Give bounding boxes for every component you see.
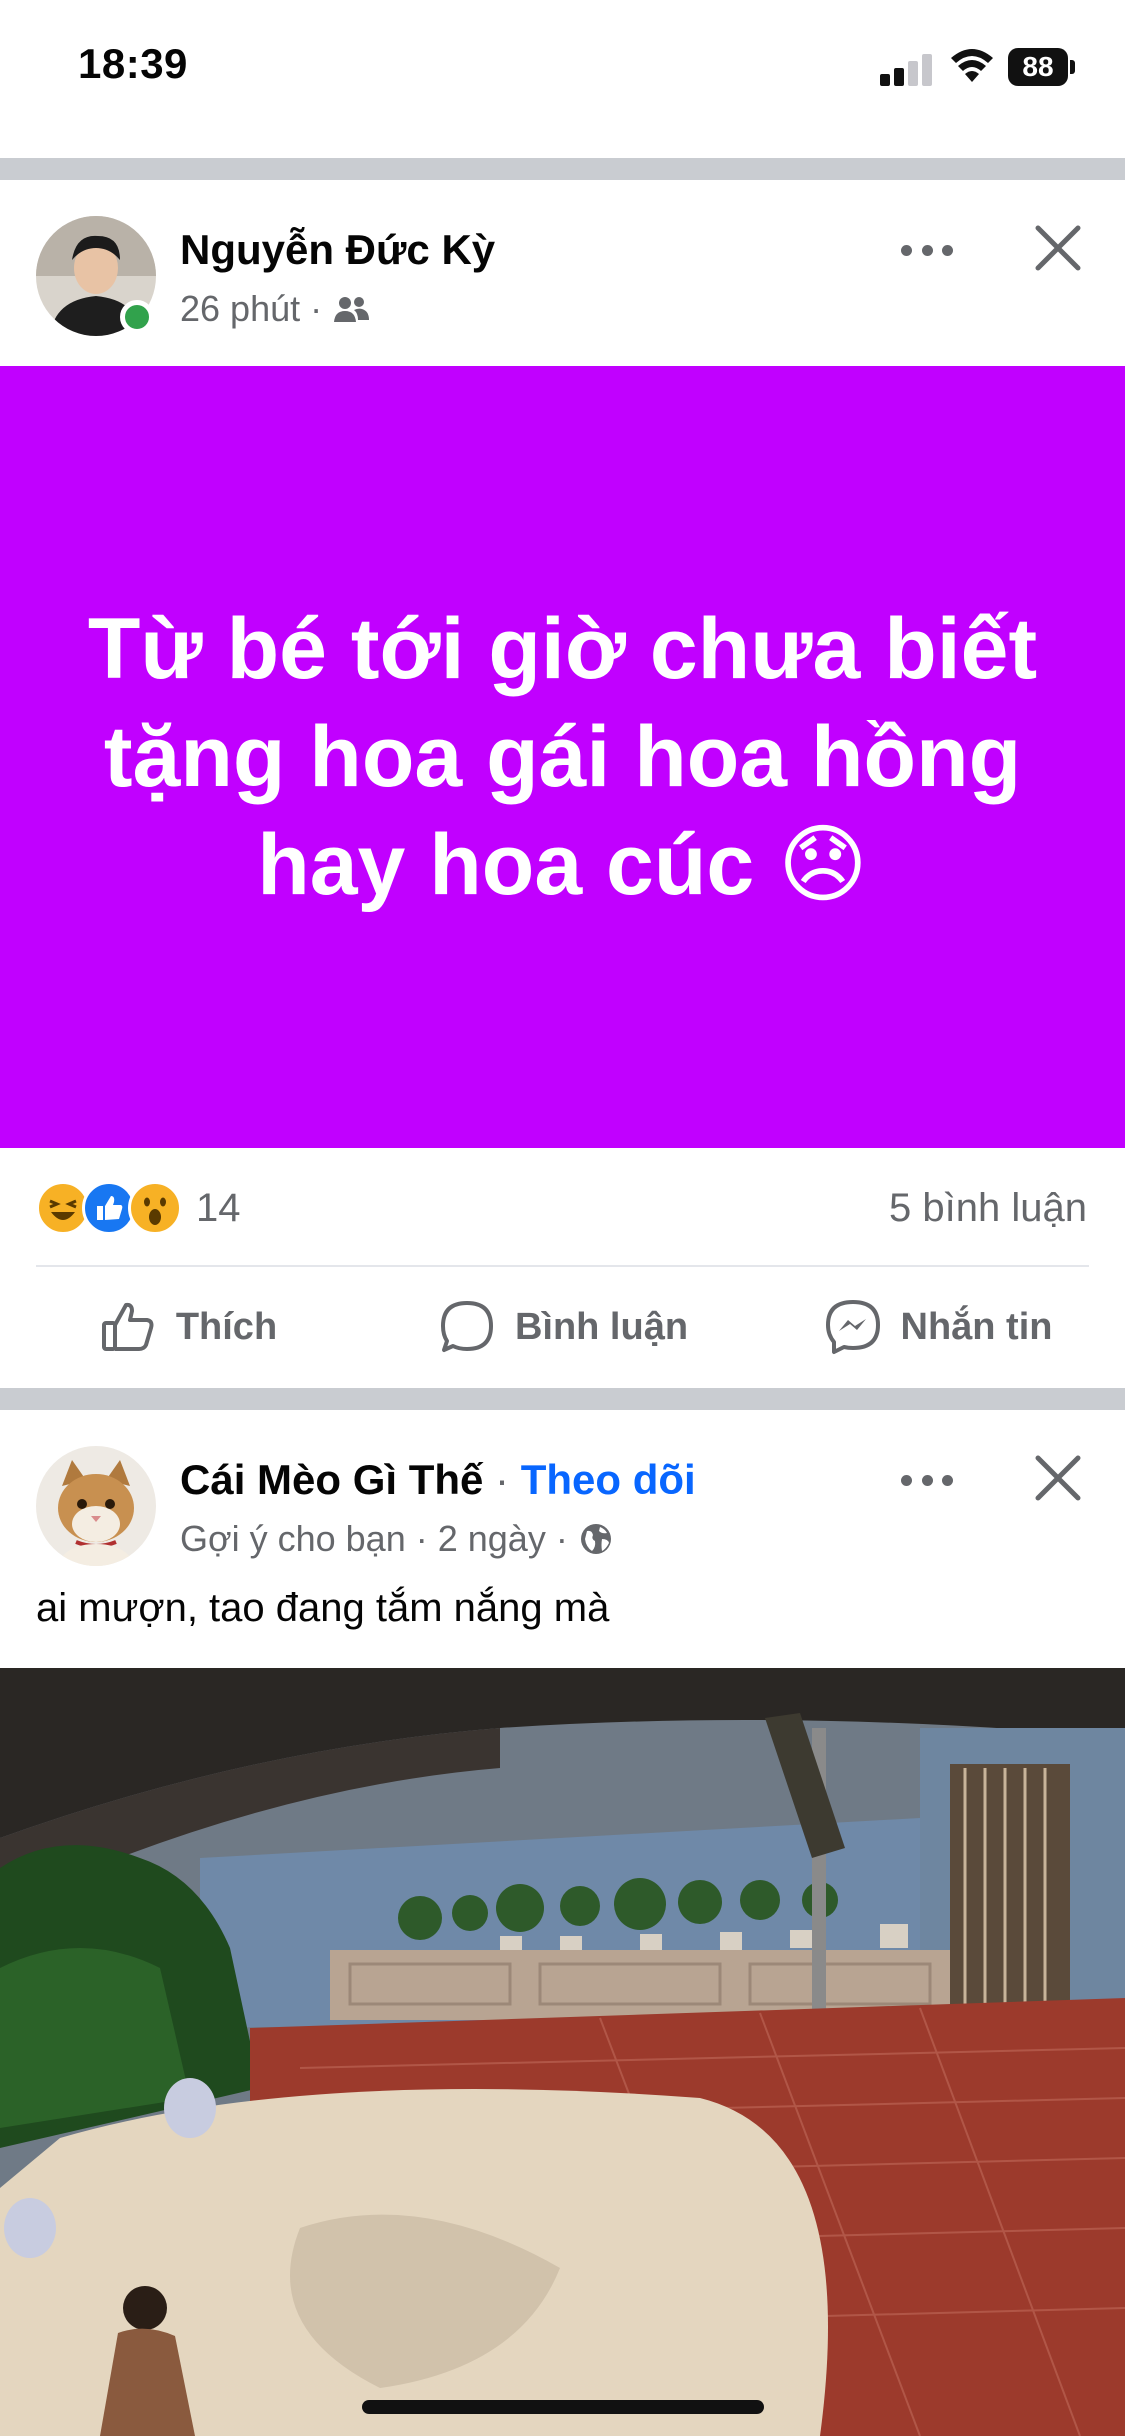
comment-button[interactable]: Bình luận bbox=[375, 1268, 750, 1386]
comment-icon bbox=[440, 1301, 493, 1352]
post-header: Nguyễn Đức Kỳ 26 phút · bbox=[0, 180, 1125, 360]
more-options-button[interactable] bbox=[895, 1460, 959, 1500]
post-text: Từ bé tới giờ chưa biết tặng hoa gái hoa… bbox=[87, 601, 1038, 913]
post-meta: 26 phút · bbox=[180, 288, 370, 330]
more-options-button[interactable] bbox=[895, 230, 959, 270]
like-label: Thích bbox=[175, 1305, 278, 1348]
meta-dot: · bbox=[310, 288, 323, 329]
message-label: Nhắn tin bbox=[900, 1305, 1053, 1348]
comment-label: Bình luận bbox=[514, 1305, 689, 1348]
meta-dot: · bbox=[555, 1518, 568, 1559]
meta-dot: · bbox=[415, 1518, 428, 1559]
post-author-name[interactable]: Cái Mèo Gì Thế bbox=[180, 1456, 483, 1503]
wifi-icon bbox=[951, 49, 993, 82]
reaction-count: 14 bbox=[196, 1185, 241, 1230]
post-header: Cái Mèo Gì Thế · Theo dõi Gợi ý cho bạn … bbox=[0, 1410, 1125, 1590]
post-background[interactable]: Từ bé tới giờ chưa biết tặng hoa gái hoa… bbox=[0, 366, 1125, 1148]
post-author-line: Cái Mèo Gì Thế · Theo dõi bbox=[180, 1456, 696, 1504]
comments-count[interactable]: 5 bình luận bbox=[889, 1186, 1087, 1231]
post-actions: Thích Bình luận Nhắn tin bbox=[0, 1268, 1125, 1386]
wow-reaction-icon bbox=[128, 1181, 182, 1235]
feed-separator bbox=[0, 1388, 1125, 1410]
message-button[interactable]: Nhắn tin bbox=[750, 1268, 1125, 1386]
post-time[interactable]: 26 phút bbox=[180, 288, 300, 330]
globe-icon bbox=[580, 1524, 611, 1554]
close-icon[interactable] bbox=[1030, 220, 1086, 276]
home-indicator[interactable] bbox=[362, 2400, 764, 2414]
close-icon[interactable] bbox=[1030, 1450, 1086, 1506]
avatar[interactable] bbox=[36, 1446, 156, 1566]
friends-icon bbox=[334, 297, 370, 322]
battery-indicator: 88 bbox=[1008, 48, 1068, 86]
status-bar: 18:39 88 bbox=[0, 0, 1125, 150]
post-author-name[interactable]: Nguyễn Đức Kỳ bbox=[180, 226, 495, 274]
thumbs-up-icon bbox=[101, 1302, 154, 1351]
post-meta: Gợi ý cho bạn · 2 ngày · bbox=[180, 1518, 614, 1560]
status-time: 18:39 bbox=[78, 40, 188, 87]
follow-button[interactable]: Theo dõi bbox=[521, 1456, 696, 1503]
post-time[interactable]: 2 ngày bbox=[438, 1518, 546, 1560]
divider bbox=[36, 1265, 1089, 1267]
online-status-dot bbox=[120, 300, 154, 334]
meta-dot: · bbox=[483, 1456, 521, 1503]
post-photo[interactable] bbox=[0, 1668, 1125, 2436]
messenger-icon bbox=[825, 1300, 880, 1354]
like-button[interactable]: Thích bbox=[0, 1268, 375, 1386]
reactions-summary[interactable]: 14 bbox=[36, 1180, 241, 1236]
feed-separator bbox=[0, 158, 1125, 180]
suggested-label: Gợi ý cho bạn bbox=[180, 1518, 406, 1559]
cellular-signal-icon bbox=[880, 52, 936, 86]
post-caption: ai mượn, tao đang tắm nắng mà bbox=[36, 1586, 610, 1630]
battery-tip bbox=[1070, 60, 1075, 74]
